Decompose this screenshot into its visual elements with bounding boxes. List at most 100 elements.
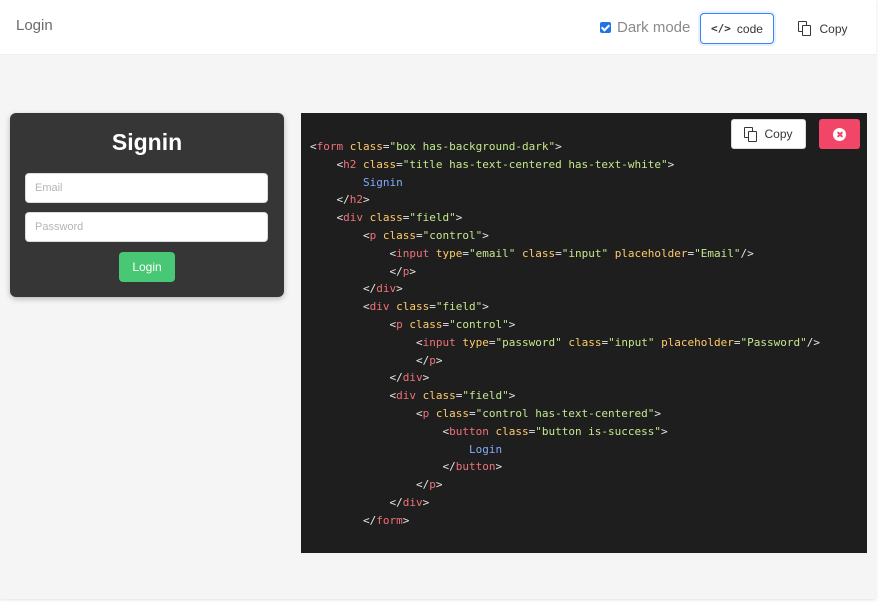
- code-line: <button class="button is-success">: [310, 423, 820, 441]
- code-token: </: [310, 264, 403, 278]
- code-line: Login: [310, 441, 820, 459]
- code-token: <: [310, 228, 370, 242]
- password-field[interactable]: [25, 212, 268, 242]
- close-code-button[interactable]: [819, 119, 860, 149]
- code-token: >: [667, 157, 675, 171]
- code-token: =: [462, 246, 469, 260]
- code-token: >: [409, 264, 416, 278]
- code-token: class: [435, 406, 469, 420]
- code-line: </form>: [310, 512, 820, 530]
- code-token: input: [422, 335, 456, 349]
- top-bar: Login Dark mode </> code Copy: [0, 0, 876, 55]
- code-token: form: [376, 513, 403, 527]
- code-token: =: [382, 140, 390, 153]
- code-token: "password": [495, 335, 562, 349]
- code-token: "control has-text-centered": [475, 406, 655, 420]
- code-token: h2: [349, 193, 363, 207]
- code-token: >: [402, 513, 410, 527]
- code-token: div: [402, 371, 423, 385]
- code-line: <input type="email" class="input" placeh…: [310, 245, 820, 263]
- code-token: </: [310, 193, 350, 207]
- code-token: >: [555, 140, 562, 153]
- code-token: >: [482, 228, 489, 242]
- code-token: p: [396, 317, 403, 331]
- code-token: "Email": [694, 246, 741, 260]
- code-token: >: [654, 406, 662, 420]
- code-token: />: [740, 246, 754, 260]
- code-token: <: [310, 300, 370, 314]
- code-token: "Password": [740, 335, 807, 349]
- app-frame: Login Dark mode </> code Copy Signin Log…: [0, 0, 876, 599]
- code-icon: </>: [711, 22, 731, 35]
- code-token: h2: [343, 157, 357, 171]
- copy-button[interactable]: Copy: [790, 13, 856, 44]
- code-token: class: [521, 246, 556, 260]
- code-token: placeholder: [614, 246, 688, 260]
- code-token: "title has-text-centered has-text-white": [402, 157, 668, 171]
- signin-preview: Signin Login: [10, 113, 284, 297]
- code-token: >: [661, 424, 668, 438]
- code-token: "input": [608, 335, 655, 349]
- code-token: >: [495, 460, 503, 474]
- close-circle-icon: [833, 127, 846, 141]
- code-token: <: [310, 389, 397, 403]
- code-line: </h2>: [310, 191, 820, 209]
- code-token: "input": [561, 246, 609, 260]
- code-button[interactable]: </> code: [700, 13, 774, 44]
- email-field[interactable]: [25, 173, 268, 203]
- code-line: <div class="field">: [310, 387, 820, 405]
- code-token: button: [449, 424, 489, 438]
- code-token: <: [310, 246, 397, 260]
- code-token: >: [422, 371, 430, 385]
- code-token: </: [310, 478, 430, 492]
- code-token: "field": [409, 211, 456, 225]
- code-token: =: [733, 335, 741, 349]
- code-token: </: [310, 460, 456, 474]
- code-token: form: [316, 140, 344, 153]
- code-token: button: [455, 460, 496, 474]
- code-token: class: [396, 300, 430, 314]
- code-token: div: [376, 282, 397, 296]
- code-button-label: code: [736, 21, 763, 36]
- code-token: <: [310, 424, 450, 438]
- code-token: class: [495, 424, 529, 438]
- code-token: >: [508, 317, 516, 331]
- code-token: <: [310, 335, 423, 349]
- code-token: "control": [422, 228, 483, 242]
- code-token: =: [468, 406, 476, 420]
- page-title: Login: [16, 17, 53, 34]
- code-token: >: [482, 300, 489, 314]
- code-line: <p class="control has-text-centered">: [310, 405, 820, 423]
- code-token: />: [806, 335, 821, 349]
- code-token: p: [429, 478, 436, 492]
- code-line: </div>: [310, 280, 820, 298]
- login-button[interactable]: Login: [119, 252, 175, 282]
- code-panel: Copy <form class="box has-background-dar…: [301, 113, 867, 553]
- code-token: "box has-background-dark": [389, 140, 556, 153]
- code-token: type: [462, 335, 489, 349]
- code-token: input: [396, 246, 430, 260]
- code-token: </: [310, 282, 377, 296]
- code-token: =: [429, 300, 436, 314]
- code-token: div: [402, 495, 423, 509]
- dark-mode-toggle[interactable]: Dark mode: [600, 19, 690, 36]
- copy-button-label: Copy: [819, 21, 848, 36]
- dark-mode-checkbox[interactable]: [600, 22, 611, 33]
- code-token: "control": [449, 317, 509, 331]
- code-token: </: [310, 353, 430, 367]
- code-token: <: [310, 211, 344, 225]
- code-token: div: [343, 211, 363, 225]
- code-token: </: [310, 495, 403, 509]
- code-line: Signin: [310, 174, 820, 192]
- code-line: </p>: [310, 476, 820, 494]
- code-token: p: [429, 353, 436, 367]
- code-token: >: [363, 193, 370, 207]
- code-line: </div>: [310, 369, 820, 387]
